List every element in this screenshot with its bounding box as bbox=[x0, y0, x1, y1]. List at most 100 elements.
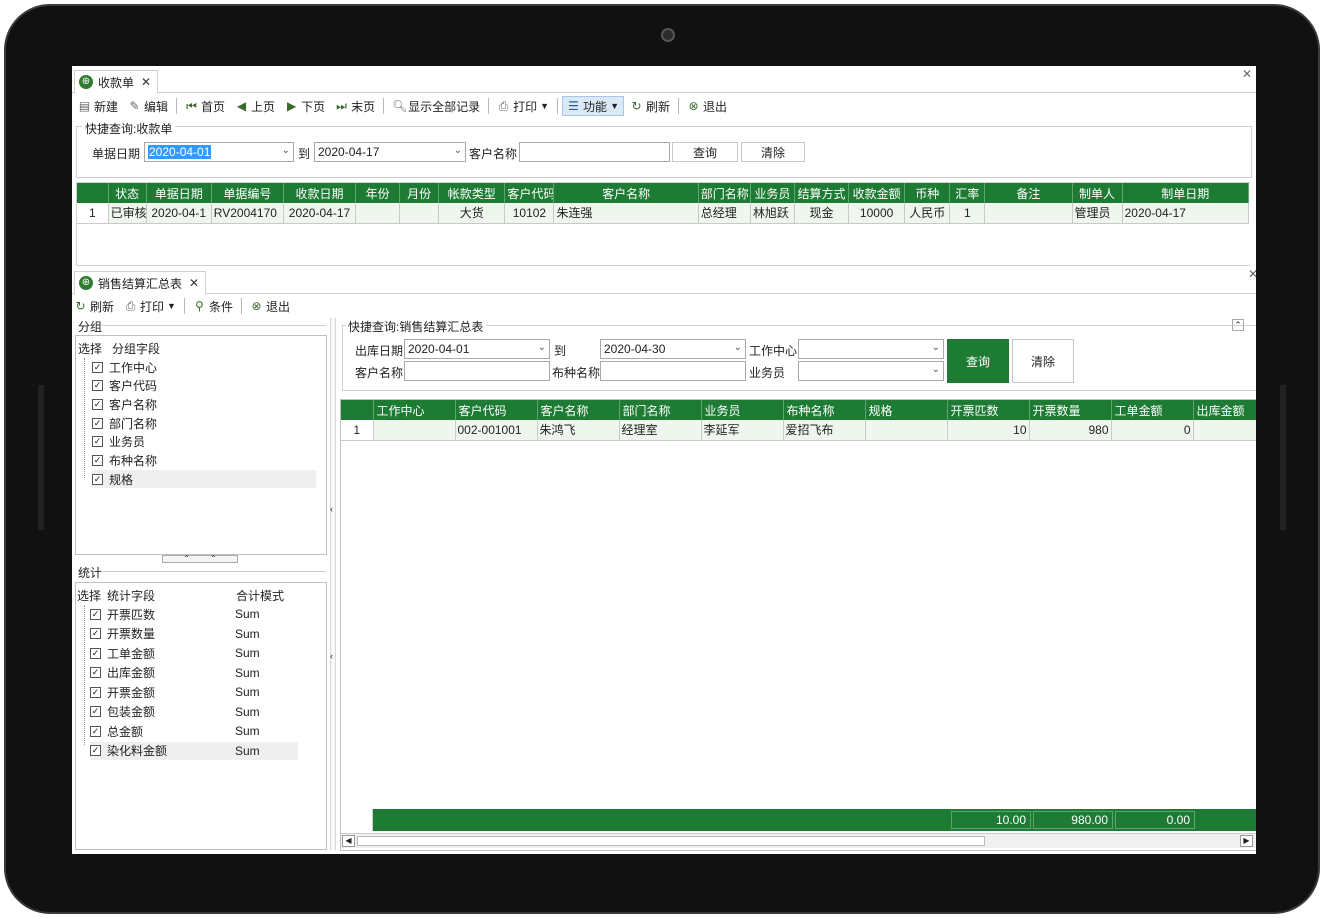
table-row[interactable]: 1 002-001001 朱鸿飞 经理室 李延军 爱招飞布 10 980 0 bbox=[341, 420, 1256, 441]
column-header[interactable] bbox=[77, 183, 109, 203]
column-header[interactable]: 客户名称 bbox=[553, 183, 699, 203]
table-cell[interactable] bbox=[984, 203, 1073, 224]
table-cell[interactable]: 爱招飞布 bbox=[783, 420, 866, 441]
work-center-combo[interactable]: ⌄ bbox=[798, 339, 944, 359]
table-cell[interactable]: 1 bbox=[341, 420, 374, 441]
column-header[interactable]: 制单人 bbox=[1072, 183, 1123, 203]
stat-field-item[interactable]: ✓ 包装金额 Sum bbox=[90, 703, 298, 721]
group-field-item[interactable]: ✓ 布种名称 bbox=[92, 452, 316, 470]
checkbox[interactable]: ✓ bbox=[92, 436, 103, 448]
checkbox[interactable]: ✓ bbox=[90, 608, 101, 620]
stat-mode-label[interactable]: Sum bbox=[235, 744, 260, 758]
next-page-button[interactable]: ▶ 下页 bbox=[281, 96, 329, 116]
column-header[interactable]: 月份 bbox=[399, 183, 440, 203]
stat-mode-label[interactable]: Sum bbox=[235, 666, 260, 680]
table-cell[interactable] bbox=[1193, 420, 1256, 441]
table-cell[interactable]: 1 bbox=[949, 203, 986, 224]
checkbox[interactable]: ✓ bbox=[92, 417, 103, 429]
first-page-button[interactable]: ⏮ 首页 bbox=[181, 96, 229, 116]
table-cell[interactable]: 980 bbox=[1029, 420, 1112, 441]
column-header[interactable]: 备注 bbox=[984, 183, 1073, 203]
close-window-icon[interactable]: ✕ bbox=[1248, 267, 1256, 281]
group-field-item[interactable]: ✓ 业务员 bbox=[92, 433, 316, 451]
stat-field-item[interactable]: ✓ 工单金额 Sum bbox=[90, 644, 298, 662]
table-cell[interactable]: 总经理 bbox=[698, 203, 751, 224]
close-window-icon[interactable]: ✕ bbox=[1242, 67, 1252, 81]
table-cell[interactable]: 已审核 bbox=[108, 203, 147, 224]
stat-mode-label[interactable]: Sum bbox=[235, 646, 260, 660]
column-header[interactable]: 开票匹数 bbox=[947, 400, 1030, 420]
print-button[interactable]: ⎙ 打印 ▼ bbox=[493, 96, 553, 116]
checkbox[interactable]: ✓ bbox=[92, 380, 103, 392]
date-from-combo[interactable]: 2020-04-01 ⌄ bbox=[144, 142, 294, 162]
checkbox[interactable]: ✓ bbox=[90, 745, 101, 756]
column-header[interactable]: 工作中心 bbox=[373, 400, 456, 420]
close-icon[interactable]: ✕ bbox=[141, 75, 151, 89]
query-button[interactable]: 查询 bbox=[672, 142, 738, 162]
column-header[interactable]: 出库金额 bbox=[1193, 400, 1256, 420]
table-cell[interactable]: 林旭跃 bbox=[750, 203, 795, 224]
collapse-up-icon[interactable]: ⌃ bbox=[1232, 319, 1244, 331]
checkbox[interactable]: ✓ bbox=[90, 686, 101, 698]
column-header[interactable]: 布种名称 bbox=[783, 400, 866, 420]
exit-button[interactable]: ⊗ 退出 bbox=[683, 96, 731, 116]
query-button[interactable]: 查询 bbox=[947, 339, 1009, 383]
checkbox[interactable]: ✓ bbox=[90, 706, 101, 717]
print-button[interactable]: ⎙ 打印 ▼ bbox=[120, 296, 180, 316]
column-header[interactable]: 单据日期 bbox=[146, 183, 212, 203]
column-header[interactable] bbox=[341, 400, 374, 420]
table-cell[interactable]: 朱鸿飞 bbox=[537, 420, 620, 441]
table-cell[interactable]: 2020-04-1 bbox=[146, 203, 212, 224]
table-cell[interactable] bbox=[865, 420, 948, 441]
stat-field-item[interactable]: ✓ 出库金额 Sum bbox=[90, 664, 298, 682]
clear-button[interactable]: 清除 bbox=[741, 142, 805, 162]
column-header[interactable]: 部门名称 bbox=[619, 400, 702, 420]
collapse-handle[interactable]: ⌃ ⌃ bbox=[162, 555, 238, 563]
exit-button[interactable]: ⊗ 退出 bbox=[246, 296, 294, 316]
group-field-item[interactable]: ✓ 规格 bbox=[92, 470, 316, 489]
column-header[interactable]: 币种 bbox=[904, 183, 951, 203]
scroll-right-icon[interactable]: ▶ bbox=[1240, 835, 1253, 847]
table-cell[interactable] bbox=[399, 203, 440, 224]
stat-field-item[interactable]: ✓ 总金额 Sum bbox=[90, 722, 298, 740]
stat-field-item[interactable]: ✓ 开票匹数 Sum bbox=[90, 605, 298, 623]
tab-receipt[interactable]: ⊕ 收款单 ✕ bbox=[74, 70, 159, 93]
table-cell[interactable]: 1 bbox=[77, 203, 109, 224]
checkbox[interactable]: ✓ bbox=[92, 455, 103, 466]
stat-field-item[interactable]: ✓ 开票金额 Sum bbox=[90, 683, 298, 701]
customer-input[interactable] bbox=[519, 142, 670, 162]
column-header[interactable]: 客户代码 bbox=[455, 400, 538, 420]
column-header[interactable]: 工单金额 bbox=[1111, 400, 1194, 420]
fabric-input[interactable] bbox=[600, 361, 746, 381]
condition-button[interactable]: ⚲ 条件 bbox=[189, 296, 237, 316]
column-header[interactable]: 单据编号 bbox=[211, 183, 284, 203]
group-field-item[interactable]: ✓ 客户代码 bbox=[92, 377, 316, 395]
checkbox[interactable]: ✓ bbox=[90, 647, 101, 659]
stat-field-item[interactable]: ✓ 染化料金额 Sum bbox=[90, 741, 298, 760]
show-all-button[interactable]: 🔍︎ 显示全部记录 bbox=[388, 96, 484, 116]
column-header[interactable]: 客户代码 bbox=[504, 183, 555, 203]
column-header[interactable]: 部门名称 bbox=[698, 183, 751, 203]
stat-mode-label[interactable]: Sum bbox=[235, 607, 260, 621]
group-field-item[interactable]: ✓ 部门名称 bbox=[92, 414, 316, 432]
tab-sales-summary[interactable]: ⊕ 销售结算汇总表 ✕ bbox=[74, 271, 207, 294]
stat-mode-label[interactable]: Sum bbox=[235, 685, 260, 699]
group-field-item[interactable]: ✓ 客户名称 bbox=[92, 395, 316, 413]
customer-input[interactable] bbox=[404, 361, 550, 381]
checkbox[interactable]: ✓ bbox=[90, 628, 101, 639]
table-cell[interactable]: 朱连强 bbox=[553, 203, 699, 224]
table-cell[interactable]: 管理员 bbox=[1072, 203, 1123, 224]
splitter[interactable] bbox=[330, 318, 336, 850]
column-header[interactable]: 收款金额 bbox=[848, 183, 906, 203]
table-cell[interactable]: 经理室 bbox=[619, 420, 702, 441]
checkbox[interactable]: ✓ bbox=[92, 473, 103, 485]
table-cell[interactable] bbox=[373, 420, 456, 441]
horizontal-scrollbar[interactable]: ◀ ▶ bbox=[341, 833, 1256, 848]
table-row[interactable]: 1 已审核 2020-04-1 RV2004170 2020-04-17 大货 10102 朱… bbox=[77, 203, 1250, 224]
column-header[interactable]: 年份 bbox=[355, 183, 401, 203]
table-cell[interactable] bbox=[355, 203, 401, 224]
table-cell[interactable]: 大货 bbox=[438, 203, 506, 224]
column-header[interactable]: 帐款类型 bbox=[438, 183, 506, 203]
group-field-item[interactable]: ✓ 工作中心 bbox=[92, 358, 316, 376]
column-header[interactable]: 结算方式 bbox=[794, 183, 850, 203]
